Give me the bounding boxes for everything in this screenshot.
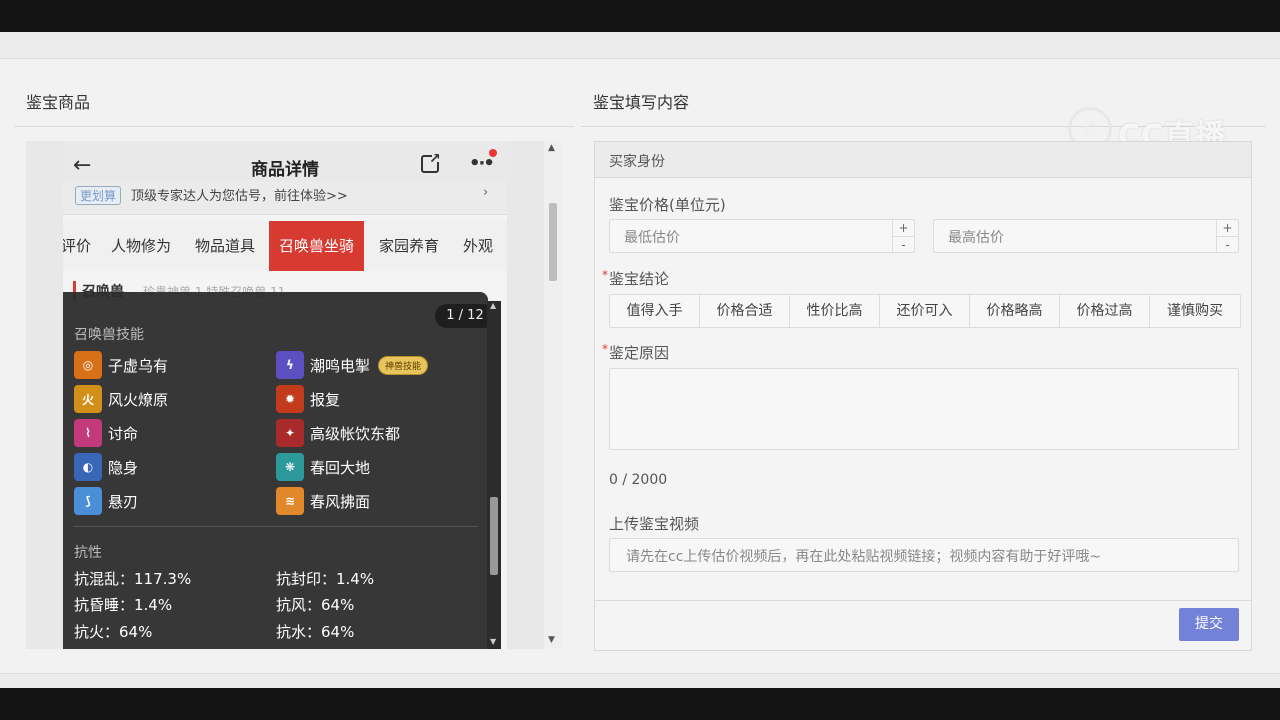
- left-section-divider: [14, 126, 574, 127]
- swirl-skill-icon: ◎: [74, 351, 102, 379]
- stealth-skill-icon: ◐: [74, 453, 102, 481]
- conclusion-option[interactable]: 还价可入: [880, 295, 970, 327]
- decrement-button[interactable]: -: [1217, 236, 1238, 252]
- phone-tab-bar: 评价 人物修为 物品道具 召唤兽坐骑 家园养育 外观: [63, 221, 507, 271]
- increment-button[interactable]: +: [1217, 220, 1238, 236]
- lightning-skill-icon: ϟ: [276, 351, 304, 379]
- scroll-up-icon[interactable]: ▲: [490, 301, 496, 310]
- preview-scroll-thumb[interactable]: [549, 203, 557, 281]
- phone-screen: ← 商品详情 ↗ •·• 更划算 顶级专家达人为您估号，前往体验>> › 评价 …: [63, 141, 507, 649]
- form-header: 买家身份: [595, 142, 1251, 178]
- video-label: 上传鉴宝视频: [609, 515, 700, 533]
- product-preview-frame: ← 商品详情 ↗ •·• 更划算 顶级专家达人为您估号，前往体验>> › 评价 …: [26, 141, 562, 649]
- breeze-skill-icon: ≋: [276, 487, 304, 515]
- conclusion-option[interactable]: 价格过高: [1060, 295, 1150, 327]
- appraisal-form: 买家身份 鉴宝价格(单位元) 最低估价 + - 最高估价 + - *鉴宝结论 值…: [594, 141, 1252, 651]
- resist-value: 抗昏睡：1.4%: [74, 596, 173, 614]
- divine-skill-badge: 神兽技能: [378, 355, 429, 375]
- app-window: 鉴宝商品 鉴宝填写内容 © CC直播 ← 商品详情 ↗ •·• 更划算 顶级专家…: [0, 32, 1280, 688]
- popup-scrollbar[interactable]: ▲ ▼: [487, 301, 501, 649]
- skills-heading: 召唤兽技能: [74, 327, 144, 343]
- skill-item: ❋ 春回大地: [276, 453, 370, 481]
- resist-value: 抗火：64%: [74, 623, 153, 641]
- banner-tag: 更划算: [75, 186, 122, 205]
- tab-appearance[interactable]: 外观: [463, 221, 493, 271]
- resist-value: 抗水：64%: [276, 623, 355, 641]
- crimson-swirl-skill-icon: ✦: [276, 419, 304, 447]
- explosion-skill-icon: ✹: [276, 385, 304, 413]
- skill-item: ≋ 春风拂面: [276, 487, 370, 515]
- skill-item: ϟ 潮鸣电掣 神兽技能: [276, 351, 429, 379]
- fire-wind-skill-icon: 火: [74, 385, 102, 413]
- chevron-right-icon: ›: [483, 185, 489, 200]
- required-mark: *: [602, 342, 608, 356]
- min-price-placeholder: 最低估价: [624, 230, 680, 246]
- video-top-bar: [0, 0, 1280, 32]
- left-section-title: 鉴宝商品: [26, 93, 91, 112]
- buyer-identity-label: 买家身份: [609, 154, 665, 170]
- decrement-button[interactable]: -: [893, 236, 914, 252]
- max-price-placeholder: 最高估价: [948, 230, 1004, 246]
- tab-pets-mounts[interactable]: 召唤兽坐骑: [269, 221, 365, 271]
- min-price-stepper: + -: [892, 220, 914, 252]
- conclusion-selector: 值得入手 价格合适 性价比高 还价可入 价格略高 价格过高 谨慎购买: [609, 294, 1241, 328]
- skill-item: ⟆ 悬刃: [74, 487, 138, 515]
- reason-char-counter: 0 / 2000: [609, 472, 668, 488]
- skill-item: 火 风火燎原: [74, 385, 168, 413]
- conclusion-option[interactable]: 价格合适: [700, 295, 790, 327]
- notification-dot-icon: [489, 149, 497, 157]
- price-label: 鉴宝价格(单位元): [609, 196, 726, 214]
- conclusion-option[interactable]: 值得入手: [610, 295, 700, 327]
- video-link-placeholder: 请先在cc上传估价视频后，再在此处粘贴视频链接；视频内容有助于好评哦~: [626, 549, 1102, 565]
- conclusion-option[interactable]: 谨慎购买: [1150, 295, 1240, 327]
- resist-heading: 抗性: [74, 545, 102, 561]
- share-arrow-icon: ↗: [429, 151, 441, 167]
- reason-label: *鉴定原因: [602, 342, 670, 362]
- pet-page-counter: 1 / 12: [435, 304, 495, 328]
- pet-detail-popup: 1 / 12 召唤兽技能 ◎ 子虚乌有 ϟ 潮鸣电掣 神兽技能 火 风火燎原 ✹…: [63, 292, 495, 649]
- popup-divider: [73, 526, 478, 527]
- scroll-up-icon[interactable]: ▲: [548, 143, 555, 153]
- right-section-title: 鉴宝填写内容: [593, 93, 690, 112]
- video-link-input[interactable]: 请先在cc上传估价视频后，再在此处粘贴视频链接；视频内容有助于好评哦~: [609, 538, 1239, 572]
- resist-value: 抗封印：1.4%: [276, 570, 375, 588]
- more-icon[interactable]: •·•: [469, 153, 495, 174]
- resist-value: 抗混乱：117.3%: [74, 570, 192, 588]
- form-footer-divider: [595, 600, 1251, 601]
- skill-item: ✦ 高级帐饮东都: [276, 419, 400, 447]
- tab-character[interactable]: 人物修为: [111, 221, 171, 271]
- resist-value: 抗风：64%: [276, 596, 355, 614]
- video-bottom-bar: [0, 688, 1280, 720]
- tab-items[interactable]: 物品道具: [195, 221, 255, 271]
- popup-scroll-thumb[interactable]: [490, 497, 498, 575]
- increment-button[interactable]: +: [893, 220, 914, 236]
- tab-reviews[interactable]: 评价: [63, 221, 91, 271]
- skill-item: ⌇ 讨命: [74, 419, 138, 447]
- blade-skill-icon: ⟆: [74, 487, 102, 515]
- conclusion-option[interactable]: 价格略高: [970, 295, 1060, 327]
- conclusion-label: *鉴宝结论: [602, 268, 670, 288]
- expert-banner[interactable]: 更划算 顶级专家达人为您估号，前往体验>> ›: [63, 181, 507, 215]
- banner-text: 顶级专家达人为您估号，前往体验>>: [131, 189, 348, 204]
- preview-scrollbar[interactable]: ▲ ▼: [544, 141, 562, 649]
- skill-item: ✹ 报复: [276, 385, 340, 413]
- skill-item: ◎ 子虚乌有: [74, 351, 168, 379]
- scroll-down-icon[interactable]: ▼: [490, 637, 496, 646]
- max-price-stepper: + -: [1216, 220, 1238, 252]
- max-price-input[interactable]: 最高估价 + -: [933, 219, 1239, 253]
- content-area: 鉴宝商品 鉴宝填写内容 © CC直播 ← 商品详情 ↗ •·• 更划算 顶级专家…: [0, 58, 1280, 674]
- min-price-input[interactable]: 最低估价 + -: [609, 219, 915, 253]
- reason-textarea[interactable]: [609, 368, 1239, 450]
- spring-skill-icon: ❋: [276, 453, 304, 481]
- conclusion-option[interactable]: 性价比高: [790, 295, 880, 327]
- pink-swirl-skill-icon: ⌇: [74, 419, 102, 447]
- tab-home[interactable]: 家园养育: [379, 221, 439, 271]
- scroll-down-icon[interactable]: ▼: [548, 635, 555, 645]
- skill-item: ◐ 隐身: [74, 453, 138, 481]
- required-mark: *: [602, 268, 608, 282]
- submit-button[interactable]: 提交: [1179, 608, 1239, 641]
